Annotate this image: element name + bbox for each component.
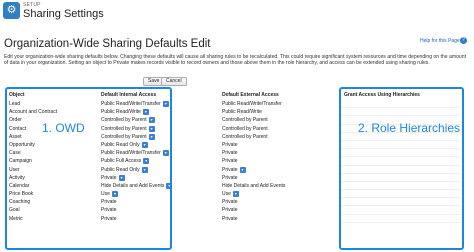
external-access-select: Private: [222, 141, 285, 149]
owd-annotation: 1. OWD: [42, 121, 85, 135]
external-access-select-value: Public Read/Write: [222, 109, 262, 116]
external-access-select-value: Private: [222, 141, 238, 148]
external-access-select: Public Read/Write/Transfer: [222, 100, 285, 108]
external-access-select: Public Read/Write: [222, 108, 285, 116]
external-access-select-value: Use: [222, 191, 231, 198]
page-title: Organization-Wide Sharing Defaults Edit: [4, 38, 211, 50]
role-hierarchies-annotation: 2. Role Hierarchies: [358, 121, 461, 135]
external-access-select-value: Private: [222, 215, 238, 222]
cancel-button[interactable]: Cancel: [161, 77, 187, 86]
external-access-select[interactable]: Use ▾: [222, 190, 285, 198]
external-access-select[interactable]: Private ▾: [222, 166, 285, 174]
chevron-down-icon[interactable]: ▾: [239, 166, 246, 173]
external-access-select-value: Public Read/Write/Transfer: [222, 101, 282, 107]
external-access-select: Controlled by Parent: [222, 133, 285, 141]
external-access-select-value: Controlled by Parent: [222, 133, 268, 140]
external-access-select: Private: [222, 198, 285, 206]
external-access-select: Private: [222, 215, 285, 223]
external-access-select: Hide Details and Add Events: [222, 182, 285, 190]
external-access-select-value: Private: [222, 150, 238, 157]
external-access-select-value: Private: [222, 174, 238, 181]
external-access-select: Private: [222, 149, 285, 157]
external-access-select-value: Controlled by Parent: [222, 117, 268, 124]
external-access-select-value: Private: [222, 207, 238, 214]
external-access-column: Public Read/Write/Transfer Public Read/Wr…: [222, 100, 285, 223]
column-header-external: Default External Access: [222, 92, 279, 98]
help-link[interactable]: Help for this Page: [420, 38, 460, 44]
external-access-select: Private: [222, 174, 285, 182]
header-title: Sharing Settings: [23, 8, 104, 20]
external-access-select: Controlled by Parent: [222, 116, 285, 124]
external-access-select: Private: [222, 206, 285, 214]
external-access-select-value: Private: [222, 158, 238, 165]
chevron-down-icon[interactable]: ▾: [232, 191, 239, 198]
app-header: ⚙ SETUP Sharing Settings: [0, 0, 474, 26]
external-access-select: Controlled by Parent: [222, 125, 285, 133]
external-access-select-value: Hide Details and Add Events: [222, 182, 286, 189]
role-hierarchies-highlight-box: [339, 87, 464, 250]
external-access-select: Private: [222, 157, 285, 165]
external-access-select-value: Controlled by Parent: [222, 125, 268, 132]
gear-icon: ⚙: [3, 2, 20, 19]
page-description: Edit your organization-wide sharing defa…: [4, 54, 467, 67]
owd-highlight-box: [5, 87, 172, 250]
external-access-select-value: Private: [222, 166, 238, 173]
external-access-select-value: Private: [222, 199, 238, 206]
help-icon[interactable]: ?: [460, 37, 467, 44]
